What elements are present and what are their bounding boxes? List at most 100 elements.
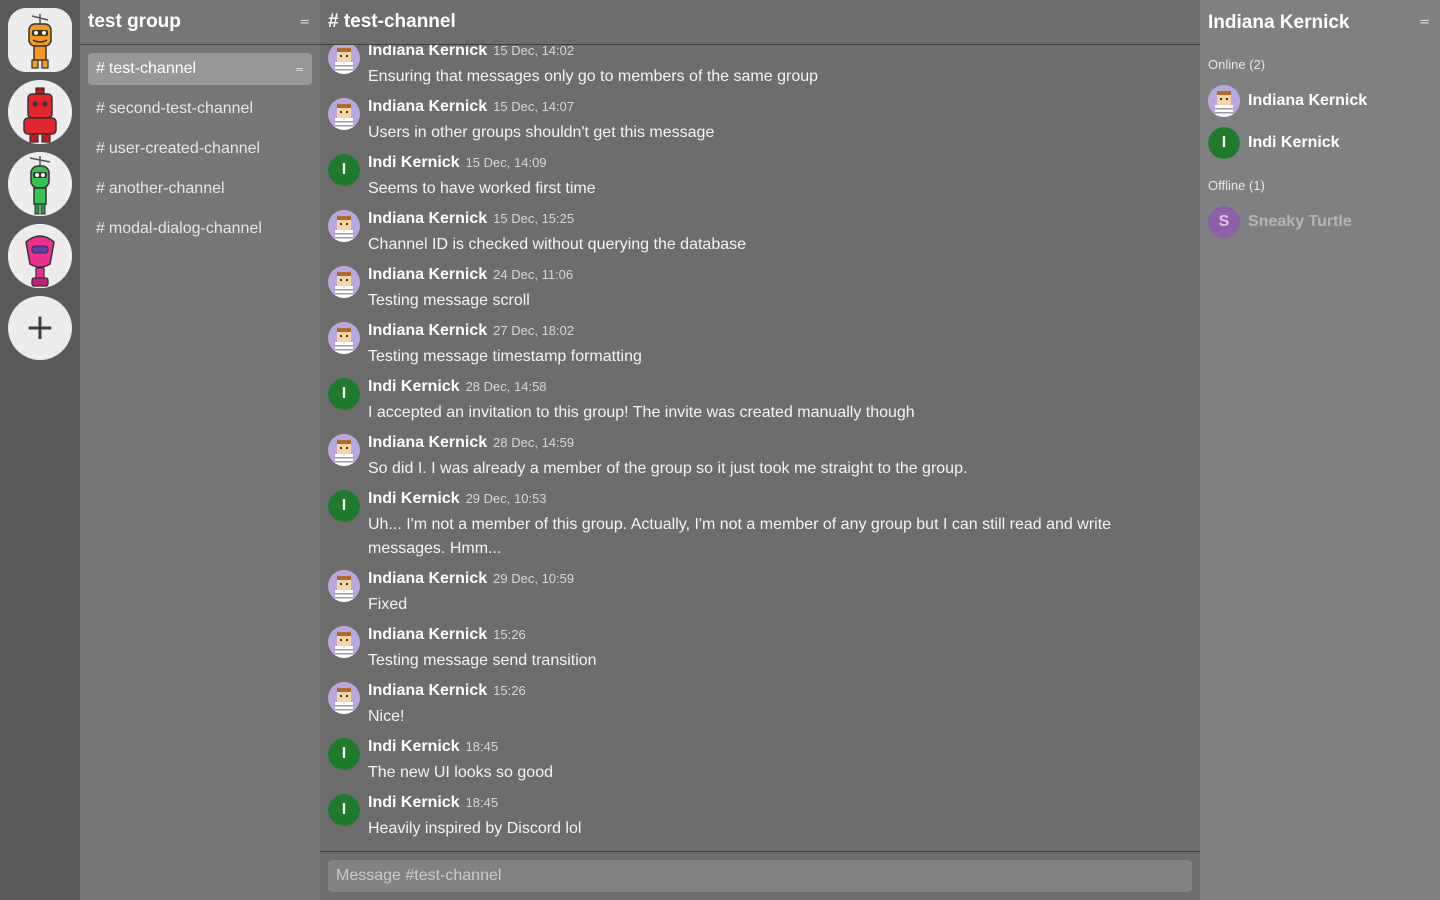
message-timestamp: 18:45 bbox=[465, 795, 499, 810]
server-orange-robot[interactable] bbox=[8, 8, 72, 72]
message-list[interactable]: Indiana Kernick 15 Dec, 14:02 Ensuring tha… bbox=[320, 45, 1200, 851]
message-author[interactable]: Indiana Kernick bbox=[368, 45, 487, 59]
message-text: The new UI looks so good bbox=[368, 764, 553, 781]
message-author[interactable]: Indiana Kernick bbox=[368, 626, 487, 643]
message-author[interactable]: Indiana Kernick bbox=[368, 266, 487, 283]
member-indi-kernick[interactable]: I Indi Kernick bbox=[1200, 123, 1440, 163]
message-timestamp: 15 Dec, 14:09 bbox=[465, 155, 547, 170]
channel-menu-icon[interactable]: = bbox=[295, 63, 304, 76]
letter-avatar: I bbox=[328, 794, 360, 826]
hash-icon: # bbox=[96, 100, 105, 117]
message-text: Ensuring that messages only go to member… bbox=[368, 68, 819, 85]
channel-item-another-channel[interactable]: # another-channel bbox=[88, 173, 312, 205]
message-author[interactable]: Indiana Kernick bbox=[368, 210, 487, 227]
message-text: So did I. I was already a member of the … bbox=[368, 460, 968, 477]
member-sneaky-turtle[interactable]: S Sneaky Turtle bbox=[1200, 202, 1440, 242]
channel-item-test-channel[interactable]: # test-channel = bbox=[88, 53, 312, 85]
server-rail: + bbox=[0, 0, 80, 900]
message-meta: Indiana Kernick 15 Dec, 14:07 bbox=[368, 98, 574, 116]
group-menu-icon[interactable]: = bbox=[297, 15, 312, 30]
message-timestamp: 29 Dec, 10:53 bbox=[465, 491, 547, 506]
member-header: Indiana Kernick = bbox=[1200, 0, 1440, 45]
message-author[interactable]: Indi Kernick bbox=[368, 490, 460, 507]
red-robot-icon bbox=[8, 80, 72, 144]
message-meta: Indiana Kernick 24 Dec, 11:06 bbox=[368, 266, 573, 284]
message-meta: Indiana Kernick 28 Dec, 14:59 bbox=[368, 434, 574, 452]
hash-icon: # bbox=[96, 220, 105, 237]
channel-label: user-created-channel bbox=[108, 140, 261, 157]
channel-item-user-created-channel[interactable]: # user-created-channel bbox=[88, 133, 312, 165]
pink-robot-icon bbox=[8, 224, 72, 288]
pixel-avatar-icon bbox=[328, 434, 360, 466]
green-robot-icon bbox=[8, 152, 72, 216]
message-timestamp: 27 Dec, 18:02 bbox=[493, 323, 575, 338]
member-indiana-kernick[interactable]: Indiana Kernick bbox=[1200, 81, 1440, 121]
message-text: Testing message timestamp formatting bbox=[368, 348, 642, 365]
message-author[interactable]: Indiana Kernick bbox=[368, 434, 487, 451]
group-title: test group bbox=[88, 11, 181, 32]
member-name: Indiana Kernick bbox=[1248, 92, 1368, 109]
chat-area: # test-channel Indiana Kernick 15 Dec, 14… bbox=[320, 0, 1200, 900]
message-author[interactable]: Indi Kernick bbox=[368, 378, 460, 395]
message-text: Channel ID is checked without querying t… bbox=[368, 236, 747, 253]
message-text: Users in other groups shouldn't get this… bbox=[368, 124, 715, 141]
pixel-avatar-icon bbox=[328, 98, 360, 130]
current-user-name: Indiana Kernick bbox=[1208, 11, 1350, 33]
channel-label: test-channel bbox=[108, 60, 197, 77]
offline-label: Offline (1) bbox=[1208, 178, 1265, 193]
message-timestamp: 29 Dec, 10:59 bbox=[493, 571, 575, 586]
message-input[interactable] bbox=[328, 860, 1192, 892]
message-text: Uh... I'm not a member of this group. Ac… bbox=[368, 516, 1112, 557]
message-author[interactable]: Indi Kernick bbox=[368, 738, 460, 755]
letter-avatar: I bbox=[328, 378, 360, 410]
message-timestamp: 15:26 bbox=[493, 683, 526, 698]
server-red-robot[interactable] bbox=[8, 80, 72, 144]
message-author[interactable]: Indiana Kernick bbox=[368, 570, 487, 587]
message-meta: Indiana Kernick 15:26 bbox=[368, 626, 526, 644]
channel-item-second-test-channel[interactable]: # second-test-channel bbox=[88, 93, 312, 125]
channel-label: another-channel bbox=[108, 180, 225, 197]
message-timestamp: 28 Dec, 14:59 bbox=[493, 435, 575, 450]
pixel-avatar-icon bbox=[328, 626, 360, 658]
message-meta: Indi Kernick 29 Dec, 10:53 bbox=[368, 490, 547, 508]
channel-label: second-test-channel bbox=[108, 100, 253, 117]
message-author[interactable]: Indi Kernick bbox=[368, 154, 460, 171]
pixel-avatar-icon bbox=[1208, 85, 1240, 117]
pixel-avatar-icon bbox=[328, 682, 360, 714]
member-name: Indi Kernick bbox=[1248, 134, 1340, 151]
orange-robot-icon bbox=[8, 8, 72, 72]
server-green-robot[interactable] bbox=[8, 152, 72, 216]
message-timestamp: 15 Dec, 15:25 bbox=[493, 211, 575, 226]
letter-avatar: I bbox=[328, 738, 360, 770]
server-pink-robot[interactable] bbox=[8, 224, 72, 288]
pixel-avatar-icon bbox=[328, 322, 360, 354]
channel-item-modal-dialog-channel[interactable]: # modal-dialog-channel bbox=[88, 213, 312, 245]
member-sidebar: Indiana Kernick = Online (2) Indiana Ker… bbox=[1200, 0, 1440, 900]
online-label: Online (2) bbox=[1208, 57, 1266, 72]
message-author[interactable]: Indiana Kernick bbox=[368, 322, 487, 339]
pixel-avatar-icon bbox=[328, 570, 360, 602]
letter-avatar: I bbox=[1208, 127, 1240, 159]
hash-icon: # bbox=[96, 60, 105, 77]
message-timestamp: 24 Dec, 11:06 bbox=[493, 267, 574, 282]
message-author[interactable]: Indiana Kernick bbox=[368, 682, 487, 699]
group-header: test group = bbox=[80, 0, 320, 45]
add-server-button[interactable]: + bbox=[8, 296, 72, 360]
letter-avatar: S bbox=[1208, 206, 1240, 238]
message-timestamp: 28 Dec, 14:58 bbox=[465, 379, 547, 394]
message-timestamp: 18:45 bbox=[465, 739, 499, 754]
channel-title: # test-channel bbox=[328, 11, 456, 32]
message-author[interactable]: Indi Kernick bbox=[368, 794, 460, 811]
message-text: I accepted an invitation to this group! … bbox=[368, 404, 915, 421]
message-text: Fixed bbox=[368, 596, 408, 613]
pixel-avatar-icon bbox=[328, 45, 360, 74]
message-meta: Indiana Kernick 15:26 bbox=[368, 682, 526, 700]
message-text: Seems to have worked first time bbox=[368, 180, 596, 197]
plus-icon: + bbox=[24, 307, 56, 348]
user-menu-icon[interactable]: = bbox=[1417, 15, 1432, 30]
message-author[interactable]: Indiana Kernick bbox=[368, 98, 487, 115]
message-meta: Indi Kernick 18:45 bbox=[368, 794, 498, 812]
message-timestamp: 15 Dec, 14:07 bbox=[493, 99, 575, 114]
channel-sidebar: test group = # test-channel = # second-tes… bbox=[80, 0, 320, 900]
chat-header: # test-channel bbox=[320, 0, 1200, 45]
